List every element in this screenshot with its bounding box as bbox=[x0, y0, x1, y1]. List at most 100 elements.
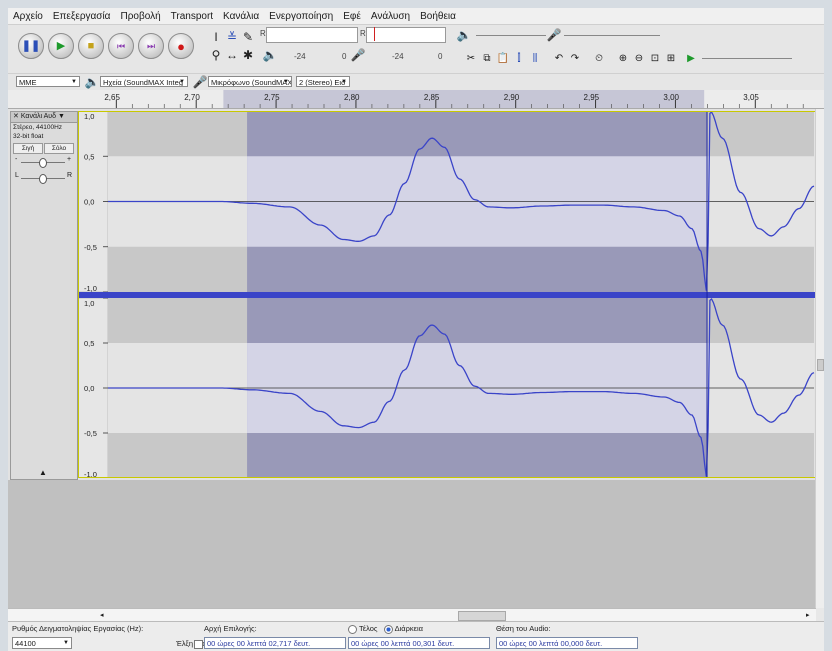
envelope-tool-icon[interactable]: ≚ bbox=[224, 29, 240, 45]
meter-db-tick-3: -24 bbox=[392, 52, 404, 61]
amplitude-tick-label: -0,5 bbox=[84, 429, 97, 438]
record-meter-marker bbox=[374, 27, 375, 41]
length-radio[interactable] bbox=[383, 624, 393, 634]
copy-icon[interactable]: ⧉ bbox=[480, 51, 494, 65]
selection-toolbar: Ρυθμός Δειγματοληψίας Εργασίας (Hz): 441… bbox=[8, 621, 824, 651]
menu-transport[interactable]: Transport bbox=[166, 11, 218, 22]
timeline-ruler[interactable]: 2,65 2,70 2,75 2,80 2,85 2,90 2,95 3,00 3,05 bbox=[8, 90, 824, 109]
trim-icon[interactable]: ⫿ bbox=[512, 51, 526, 65]
ruler-tick-label: 2,90 bbox=[504, 93, 520, 102]
selection-start-field[interactable]: 00 ώρες 00 λεπτά 02,717 δευτ. bbox=[204, 637, 346, 649]
speaker-icon: 🔈 bbox=[84, 75, 100, 89]
mute-button[interactable]: Σιγή bbox=[13, 143, 43, 154]
horizontal-scrollbar[interactable]: ◂ ▸ bbox=[8, 608, 816, 622]
amplitude-tick-label: -1,0 bbox=[84, 470, 97, 478]
play-button[interactable]: ▶ bbox=[48, 33, 74, 59]
skip-to-end-button[interactable]: ⏭ bbox=[138, 33, 164, 59]
end-radio-label: Τέλος bbox=[359, 624, 378, 633]
input-volume-slider[interactable] bbox=[564, 35, 660, 36]
selection-length-field[interactable]: 00 ώρες 00 λεπτά 00,301 δευτ. bbox=[348, 637, 490, 649]
vertical-scroll-thumb[interactable] bbox=[817, 359, 824, 371]
collapse-arrow-icon[interactable]: ▲ bbox=[39, 468, 47, 477]
zoom-out-icon[interactable]: ⊖ bbox=[632, 51, 646, 65]
selection-start-label: Αρχή Επιλογής: bbox=[204, 624, 257, 633]
waveform-display[interactable]: 1,0 0,5 0,0 -0,5 -1,0 1,0 0,5 0,0 -0,5 -1,0 bbox=[78, 111, 818, 478]
sync-lock-icon[interactable]: ⏲ bbox=[592, 51, 606, 65]
project-rate-select[interactable]: 44100 bbox=[12, 637, 72, 649]
menu-tracks[interactable]: Κανάλια bbox=[218, 11, 264, 22]
silence-icon[interactable]: ⫼ bbox=[528, 51, 542, 65]
amplitude-tick-label: 0,5 bbox=[84, 339, 94, 348]
menu-file[interactable]: Αρχείο bbox=[8, 11, 48, 22]
play-at-speed-slider[interactable] bbox=[702, 58, 792, 59]
solo-button[interactable]: Σόλο bbox=[44, 143, 74, 154]
multi-tool-icon[interactable]: ✱ bbox=[240, 47, 256, 63]
undo-icon[interactable]: ↶ bbox=[552, 51, 566, 65]
microphone-icon: 🎤 bbox=[192, 75, 208, 89]
scroll-right-icon[interactable]: ▸ bbox=[806, 611, 810, 619]
audio-host-select[interactable]: MME bbox=[16, 76, 80, 87]
record-meter[interactable] bbox=[366, 27, 446, 43]
channel-left: 1,0 0,5 0,0 -0,5 -1,0 bbox=[78, 111, 815, 293]
menu-analyze[interactable]: Ανάλυση bbox=[366, 11, 415, 22]
vertical-scrollbar[interactable] bbox=[815, 109, 824, 608]
meter-db-tick-1: -24 bbox=[294, 52, 306, 61]
input-channels-select[interactable]: 2 (Stereo) Εισ bbox=[296, 76, 350, 87]
menu-view[interactable]: Προβολή bbox=[115, 11, 165, 22]
snap-to-checkbox[interactable] bbox=[194, 640, 203, 649]
end-radio[interactable] bbox=[348, 624, 357, 634]
horizontal-scroll-thumb[interactable] bbox=[458, 611, 506, 621]
audio-position-field[interactable]: 00 ώρες 00 λεπτά 00,000 δευτ. bbox=[496, 637, 638, 649]
output-device-select[interactable]: Ηχεία (SoundMAX Integ bbox=[100, 76, 188, 87]
track-control-panel: ✕ Κανάλι Αυδ ▼ Στέρεο, 44100Hz 32-bit fl… bbox=[10, 111, 78, 480]
menu-edit[interactable]: Επεξεργασία bbox=[48, 11, 116, 22]
length-radio-label: Διάρκεια bbox=[394, 624, 423, 633]
record-icon: ● bbox=[177, 38, 185, 54]
ruler-tick-label: 2,80 bbox=[344, 93, 360, 102]
track-menu-icon[interactable]: ▼ bbox=[58, 113, 65, 120]
ruler-tick-label: 3,05 bbox=[743, 93, 759, 102]
input-device-select[interactable]: Μικρόφωνο (SoundMAX bbox=[208, 76, 292, 87]
time-shift-tool-icon[interactable]: ↔ bbox=[224, 47, 240, 63]
device-toolbar: MME 🔈 Ηχεία (SoundMAX Integ 🎤 Μικρόφωνο … bbox=[8, 73, 824, 91]
zoom-in-icon[interactable]: ⊕ bbox=[616, 51, 630, 65]
cut-icon[interactable]: ✂ bbox=[464, 51, 478, 65]
menu-help[interactable]: Βοήθεια bbox=[415, 11, 461, 22]
empty-track-area[interactable] bbox=[8, 480, 816, 608]
channel-right: 1,0 0,5 0,0 -0,5 -1,0 bbox=[78, 297, 815, 478]
amplitude-tick-label: -1,0 bbox=[84, 284, 97, 293]
fit-selection-icon[interactable]: ⊡ bbox=[648, 51, 662, 65]
menu-effect[interactable]: Εφέ bbox=[338, 11, 366, 22]
gain-minus-label: - bbox=[15, 156, 18, 163]
pause-button[interactable]: ❚❚ bbox=[18, 33, 44, 59]
selection-tool-icon[interactable]: I bbox=[208, 29, 224, 45]
track-name-bar[interactable]: ✕ Κανάλι Αυδ ▼ bbox=[11, 112, 77, 123]
skip-to-start-button[interactable]: ⏮ bbox=[108, 33, 134, 59]
audio-position-label: Θέση του Audio: bbox=[496, 624, 551, 633]
stop-button[interactable]: ■ bbox=[78, 33, 104, 59]
gain-slider-thumb[interactable] bbox=[39, 158, 47, 168]
pan-slider-thumb[interactable] bbox=[39, 174, 47, 184]
play-icon: ▶ bbox=[56, 39, 66, 52]
menu-generate[interactable]: Ενεργοποίηση bbox=[264, 11, 338, 22]
paste-icon[interactable]: 📋 bbox=[496, 51, 510, 65]
output-volume-icon: 🔈 bbox=[456, 28, 472, 42]
menu-bar: Αρχείο Επεξεργασία Προβολή Transport Καν… bbox=[8, 8, 824, 25]
amplitude-tick-label: 0,0 bbox=[84, 384, 94, 393]
fit-project-icon[interactable]: ⊞ bbox=[664, 51, 678, 65]
ruler-tick-label: 2,75 bbox=[264, 93, 280, 102]
ruler-tick-label: 3,00 bbox=[663, 93, 679, 102]
draw-tool-icon[interactable]: ✎ bbox=[240, 29, 256, 45]
output-volume-slider[interactable] bbox=[476, 35, 546, 36]
close-track-icon[interactable]: ✕ bbox=[11, 113, 19, 120]
zoom-tool-icon[interactable]: ⚲ bbox=[208, 47, 224, 63]
skip-to-start-icon: ⏮ bbox=[116, 40, 126, 51]
play-at-speed-icon[interactable]: ▶ bbox=[684, 51, 698, 65]
ruler-tick-label: 2,70 bbox=[184, 93, 200, 102]
scroll-left-icon[interactable]: ◂ bbox=[100, 611, 104, 619]
record-button[interactable]: ● bbox=[168, 33, 194, 59]
redo-icon[interactable]: ↷ bbox=[568, 51, 582, 65]
playback-meter[interactable] bbox=[266, 27, 358, 43]
end-radio-row: Τέλος Διάρκεια bbox=[348, 624, 423, 634]
toolbar: ❚❚ ▶ ■ ⏮ ⏭ ● I ≚ ✎ ⚲ ↔ ✱ R R 🔈 -24 0 🎤 -… bbox=[8, 25, 824, 73]
